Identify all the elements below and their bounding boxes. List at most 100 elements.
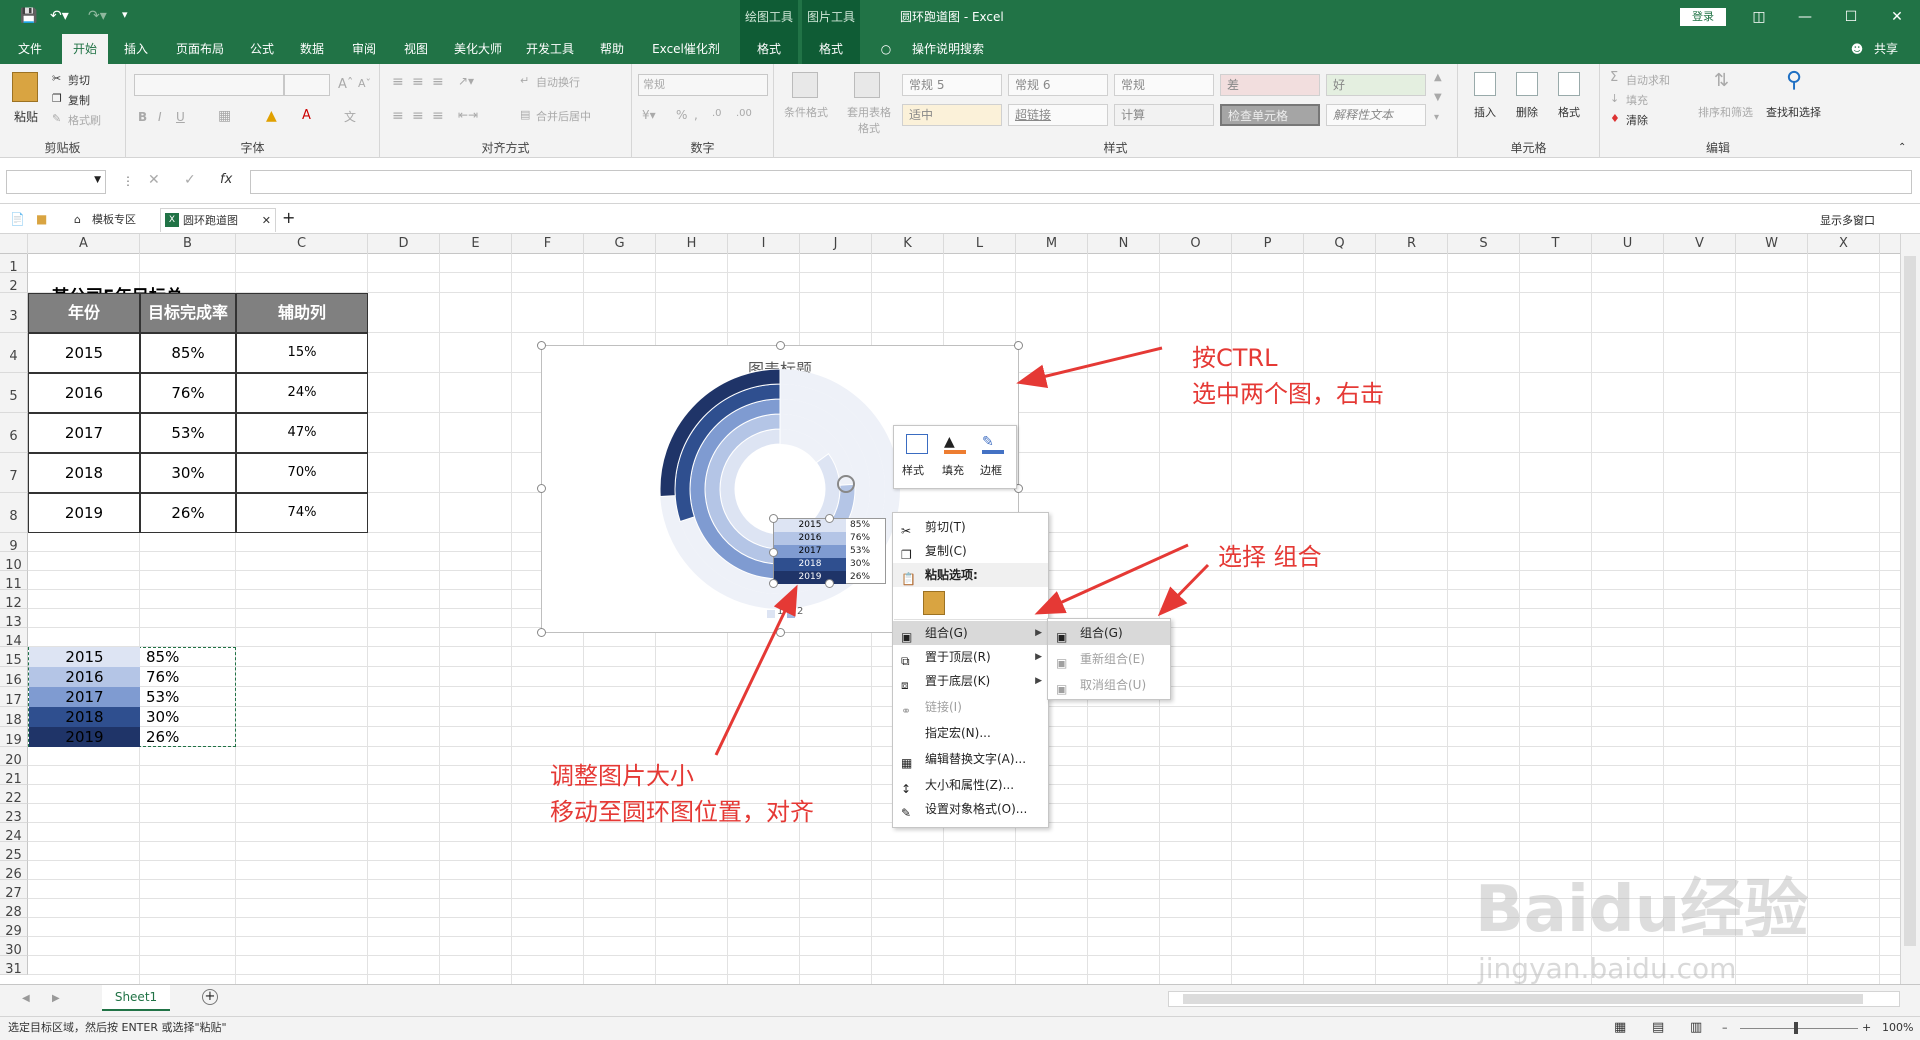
resize-handle[interactable]	[537, 341, 546, 350]
row-header[interactable]: 1	[0, 254, 28, 275]
submenu-group[interactable]: ▣ 组合(G)	[1048, 621, 1170, 645]
row-header[interactable]: 25	[0, 842, 28, 863]
tab-help[interactable]: 帮助	[592, 34, 632, 64]
menu-group[interactable]: ▣ 组合(G) ▶	[893, 621, 1048, 645]
font-family-dropdown[interactable]	[134, 74, 284, 96]
align-right-icon[interactable]: ≡	[432, 108, 444, 124]
maximize-icon[interactable]: ☐	[1828, 0, 1874, 34]
format-painter-icon[interactable]: ✎	[52, 112, 61, 125]
style-icon[interactable]	[906, 434, 928, 454]
format-painter-button[interactable]: 格式刷	[68, 112, 101, 128]
horizontal-scrollbar[interactable]	[1168, 991, 1900, 1007]
row-header[interactable]: 6	[0, 413, 28, 453]
doc-tab-templates[interactable]: ⌂ 模板专区	[70, 208, 158, 232]
pasted-table-picture[interactable]: 2015 85% 2016 76% 2017 53% 2018 30% 2019 26%	[769, 514, 886, 588]
formula-input[interactable]	[250, 170, 1912, 194]
menu-format-object[interactable]: ✎ 设置对象格式(O)...	[893, 797, 1048, 821]
insert-function-icon[interactable]: fx	[220, 172, 232, 187]
tab-meihua[interactable]: 美化大师	[446, 34, 510, 64]
resize-handle[interactable]	[776, 341, 785, 350]
column-header[interactable]: T	[1520, 234, 1592, 254]
table-cell[interactable]: 2017	[28, 413, 140, 453]
row-header[interactable]: 29	[0, 918, 28, 939]
paste-clipboard-icon[interactable]	[923, 591, 945, 615]
picture-resize-handle[interactable]	[769, 548, 778, 557]
insert-cells-icon[interactable]	[1474, 72, 1496, 96]
new-file-icon[interactable]: 📄	[10, 212, 25, 226]
autosum-button[interactable]: 自动求和	[1626, 72, 1670, 88]
merge-icon[interactable]: ▤	[520, 108, 530, 121]
table-cell[interactable]: 2016	[28, 373, 140, 413]
table-format-button[interactable]: 套用表格格式	[842, 104, 896, 136]
row-header[interactable]: 8	[0, 493, 28, 533]
increase-decimal-icon[interactable]: .0	[712, 108, 722, 119]
menu-size-properties[interactable]: ↕ 大小和属性(Z)...	[893, 773, 1048, 797]
show-windows-button[interactable]: 显示多窗口	[1820, 212, 1875, 228]
horizontal-scroll-thumb[interactable]	[1183, 994, 1863, 1004]
bold-button[interactable]: B	[138, 110, 147, 124]
zoom-in-icon[interactable]: +	[1862, 1017, 1871, 1039]
align-bottom-icon[interactable]: ≡	[432, 74, 444, 90]
font-color-icon[interactable]: A	[302, 108, 311, 123]
legend-year-cell[interactable]: 2015	[29, 647, 140, 667]
tell-me-search[interactable]: 操作说明搜索	[900, 34, 996, 64]
menu-link[interactable]: ⚭ 链接(I)	[893, 695, 1048, 719]
column-header[interactable]: C	[236, 234, 368, 254]
column-header[interactable]: P	[1232, 234, 1304, 254]
find-select-icon[interactable]: ⚲	[1786, 68, 1802, 93]
tab-insert[interactable]: 插入	[116, 34, 156, 64]
format-cells-icon[interactable]	[1558, 72, 1580, 96]
column-header[interactable]: B	[140, 234, 236, 254]
undo-icon[interactable]: ↶▾	[50, 8, 69, 24]
tab-review[interactable]: 审阅	[344, 34, 384, 64]
row-header[interactable]: 12	[0, 590, 28, 611]
table-cell[interactable]: 53%	[140, 413, 236, 453]
sheet-tab-sheet1[interactable]: Sheet1	[102, 985, 170, 1011]
row-header[interactable]: 15	[0, 647, 28, 668]
row-header[interactable]: 31	[0, 956, 28, 977]
row-header[interactable]: 11	[0, 571, 28, 592]
style-good[interactable]: 好	[1326, 74, 1426, 96]
row-header[interactable]: 4	[0, 333, 28, 373]
vertical-scrollbar[interactable]	[1900, 234, 1920, 984]
table-cell[interactable]: 74%	[236, 493, 368, 533]
border-icon[interactable]: ▦	[218, 108, 231, 124]
table-header-cell[interactable]: 辅助列	[236, 293, 368, 333]
number-format-dropdown[interactable]: 常规	[638, 74, 768, 96]
row-header[interactable]: 18	[0, 707, 28, 728]
resize-handle[interactable]	[537, 484, 546, 493]
decrease-decimal-icon[interactable]: .00	[736, 108, 752, 119]
cut-icon[interactable]: ✂	[52, 72, 61, 85]
close-icon[interactable]: ✕	[1874, 0, 1920, 34]
percent-icon[interactable]: %	[676, 108, 687, 122]
style-explanatory[interactable]: 解释性文本	[1326, 104, 1426, 126]
legend-value-cell[interactable]: 76%	[146, 667, 206, 687]
column-header[interactable]: H	[656, 234, 728, 254]
submenu-regroup[interactable]: ▣ 重新组合(E)	[1048, 647, 1170, 671]
outline-pen-icon[interactable]: ✎	[982, 434, 1004, 454]
tab-view[interactable]: 视图	[396, 34, 436, 64]
column-header[interactable]: O	[1160, 234, 1232, 254]
format-cells-button[interactable]: 格式	[1558, 104, 1580, 120]
mini-border-button[interactable]: 边框	[980, 462, 1002, 478]
scroll-sheets-left-icon[interactable]: ◀	[22, 993, 30, 1004]
zoom-out-icon[interactable]: –	[1722, 1017, 1728, 1039]
row-header[interactable]: 30	[0, 937, 28, 958]
table-cell[interactable]: 30%	[140, 453, 236, 493]
collapse-ribbon-icon[interactable]: ⌃	[1898, 142, 1906, 153]
style-calculation[interactable]: 计算	[1114, 104, 1214, 126]
folder-icon[interactable]: ■	[36, 212, 47, 226]
table-cell[interactable]: 76%	[140, 373, 236, 413]
column-header[interactable]: K	[872, 234, 944, 254]
legend-value-cell[interactable]: 30%	[146, 707, 206, 727]
column-header[interactable]: N	[1088, 234, 1160, 254]
row-header[interactable]: 20	[0, 747, 28, 768]
wrap-text-icon[interactable]: ↵	[520, 74, 529, 87]
doc-tab-current[interactable]: X 圆环跑道图 ✕	[160, 208, 276, 232]
close-tab-icon[interactable]: ✕	[262, 209, 271, 233]
table-header-cell[interactable]: 目标完成率	[140, 293, 236, 333]
legend-value-cell[interactable]: 85%	[146, 647, 206, 667]
styles-scroll-up-icon[interactable]: ▲	[1434, 72, 1442, 83]
column-header[interactable]: V	[1664, 234, 1736, 254]
minimize-icon[interactable]: —	[1782, 0, 1828, 34]
